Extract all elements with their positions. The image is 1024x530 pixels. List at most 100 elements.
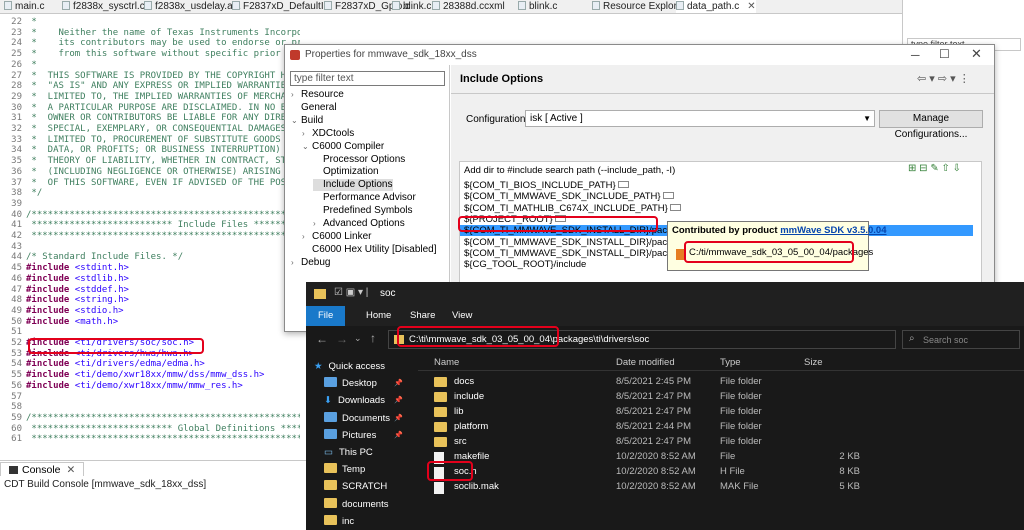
up-icon[interactable]: ↑	[370, 331, 376, 345]
more-icon[interactable]	[662, 192, 674, 200]
more-icon[interactable]	[669, 203, 681, 211]
tree-item[interactable]: Include Options	[313, 179, 393, 192]
include-path-row[interactable]: ${CG_TOOL_ROOT}/include	[464, 259, 586, 270]
editor-tab[interactable]: blink.c	[392, 0, 431, 13]
file-row[interactable]: makefile 10/2/2020 8:52 AM File 2 KB	[418, 449, 1024, 464]
tree-item[interactable]: C6000 Hex Utility [Disabled]	[302, 244, 437, 256]
ribbon-tab-home[interactable]: Home	[354, 306, 403, 326]
console-tab[interactable]: Console ✕	[0, 462, 85, 476]
file-row[interactable]: include 8/5/2021 2:47 PM File folder	[418, 389, 1024, 404]
editor-tab[interactable]: 28388d.ccxml	[432, 0, 505, 13]
file-row[interactable]: docs 8/5/2021 2:45 PM File folder	[418, 374, 1024, 389]
sidebar-item[interactable]: documents	[324, 496, 388, 513]
expander-icon[interactable]: ›	[291, 257, 301, 269]
tree-item[interactable]: › Resource	[291, 89, 344, 101]
minimize-icon[interactable]: ─	[911, 45, 920, 65]
file-row[interactable]: soc.h 10/2/2020 8:52 AM H File 8 KB	[418, 464, 1024, 479]
include-keyword: #include	[26, 263, 70, 274]
file-row[interactable]: platform 8/5/2021 2:44 PM File folder	[418, 419, 1024, 434]
product-link[interactable]: mmWave SDK v3.5.0.04	[780, 225, 886, 236]
column-date[interactable]: Date modified	[616, 357, 675, 368]
expander-icon[interactable]: ›	[302, 128, 312, 140]
chevron-down-icon[interactable]: ⌄	[354, 333, 362, 344]
search-box[interactable]: ⌕ Search soc	[902, 330, 1020, 349]
ribbon-tab-file[interactable]: File	[306, 306, 346, 326]
nav-arrows[interactable]: ⇦ ▾ ⇨ ▾ ⋮	[917, 72, 970, 85]
sidebar-item[interactable]: Pictures 📌	[324, 427, 403, 444]
tree-item[interactable]: ⌄ Build	[291, 115, 323, 127]
configuration-select[interactable]: isk [ Active ] ▼	[525, 110, 875, 127]
include-keyword: #include	[26, 295, 70, 306]
filter-input[interactable]: type filter text	[290, 71, 445, 86]
close-icon[interactable]: ✕	[67, 464, 76, 476]
column-type[interactable]: Type	[720, 357, 741, 368]
tree-item[interactable]: › XDCtools	[302, 128, 354, 140]
tree-item[interactable]: Performance Advisor	[313, 192, 416, 204]
tree-item[interactable]: Predefined Symbols	[313, 205, 413, 217]
explorer-sidebar: ★ Quick access Desktop 📌 ⬇ Downloads 📌 Document…	[306, 354, 418, 530]
include-path-row[interactable]: ${COM_TI_MMWAVE_SDK_INCLUDE_PATH}	[464, 191, 674, 202]
expander-icon[interactable]: ›	[291, 89, 301, 101]
expander-icon[interactable]: ⌄	[291, 115, 301, 127]
more-icon[interactable]	[617, 181, 629, 188]
list-toolbar-icons[interactable]: ⊞ ⊟ ✎ ⇧ ⇩	[908, 163, 961, 174]
include-path-row[interactable]: ${COM_TI_BIOS_INCLUDE_PATH}	[464, 180, 629, 191]
code-editor[interactable]: 22 * 23 * Neither the name of Texas Instr…	[0, 14, 300, 460]
editor-tab[interactable]: data_path.c ✕	[676, 0, 756, 13]
quick-toolbar-icons[interactable]: ☑ ▣ ▾ |	[334, 287, 368, 298]
file-name: lib	[454, 406, 464, 417]
sidebar-item[interactable]: ▭ This PC	[324, 444, 373, 461]
editor-tab[interactable]: f2838x_sysctrl.c	[62, 0, 145, 13]
tree-item[interactable]: General	[291, 102, 337, 114]
comment-text: *	[26, 59, 37, 70]
column-name[interactable]: Name	[434, 357, 459, 368]
tree-item[interactable]: ⌄ C6000 Compiler	[302, 141, 384, 153]
comment-text: /* Standard Include Files. */	[26, 252, 184, 263]
editor-tab[interactable]: blink.c	[518, 0, 557, 13]
tree-item[interactable]: Optimization	[313, 166, 379, 178]
sidebar-item[interactable]: SCRATCH	[324, 478, 387, 495]
editor-tab[interactable]: Resource Explorer	[592, 0, 686, 13]
editor-tab[interactable]: F2837xD_DefaultI...	[232, 0, 332, 13]
folder-icon	[324, 411, 337, 422]
file-row[interactable]: lib 8/5/2021 2:47 PM File folder	[418, 404, 1024, 419]
sidebar-item[interactable]: ⬇ Downloads 📌	[324, 392, 403, 409]
comment-text: * THEORY OF LIABILITY, WHETHER IN CONTRA…	[26, 156, 300, 167]
ribbon-tab-view[interactable]: View	[440, 306, 484, 326]
line-number: 50	[11, 316, 22, 327]
expander-icon[interactable]: ›	[302, 231, 312, 243]
editor-tab[interactable]: main.c	[4, 0, 44, 13]
include-keyword: #include	[26, 370, 70, 381]
tree-item[interactable]: › Advanced Options	[313, 218, 405, 230]
expander-icon[interactable]: ›	[313, 218, 323, 230]
code-line: 38 */	[0, 188, 42, 199]
file-row[interactable]: src 8/5/2021 2:47 PM File folder	[418, 434, 1024, 449]
sidebar-label: Downloads	[337, 395, 385, 407]
expander-icon[interactable]: ⌄	[302, 141, 312, 153]
back-icon[interactable]: ←	[316, 332, 328, 346]
file-date: 8/5/2021 2:45 PM	[616, 376, 691, 387]
comment-text: * from this software without specific pr…	[26, 49, 300, 60]
sidebar-item[interactable]: Temp	[324, 461, 365, 478]
file-row[interactable]: soclib.mak 10/2/2020 8:52 AM MAK File 5 KB	[418, 479, 1024, 494]
code-line: 41 ************************** Include Fi…	[0, 220, 300, 231]
maximize-icon[interactable]: ☐	[939, 44, 950, 64]
sidebar-item[interactable]: inc	[324, 513, 354, 530]
forward-icon[interactable]: →	[336, 332, 348, 346]
code-line: 39	[0, 199, 26, 210]
close-icon[interactable]: ✕	[747, 1, 755, 12]
sidebar-item[interactable]: ★ Quick access	[314, 358, 385, 375]
sidebar-item[interactable]: Desktop 📌	[324, 375, 403, 392]
comment-text: * THIS SOFTWARE IS PROVIDED BY THE COPYR…	[26, 70, 300, 81]
include-path-row[interactable]: ${COM_TI_MATHLIB_C674X_INCLUDE_PATH}	[464, 203, 681, 214]
tree-item[interactable]: Processor Options	[313, 154, 405, 166]
editor-tab[interactable]: f2838x_usdelay.a...	[144, 0, 241, 13]
column-size[interactable]: Size	[804, 357, 822, 368]
line-number: 51	[11, 327, 22, 338]
tree-item[interactable]: › C6000 Linker	[302, 231, 371, 243]
manage-configurations-button[interactable]: Manage Configurations...	[879, 110, 983, 140]
tree-item[interactable]: › Debug	[291, 257, 330, 269]
line-number: 31	[11, 113, 22, 124]
close-icon[interactable]: ✕	[971, 44, 982, 64]
sidebar-item[interactable]: Documents 📌	[324, 410, 403, 427]
